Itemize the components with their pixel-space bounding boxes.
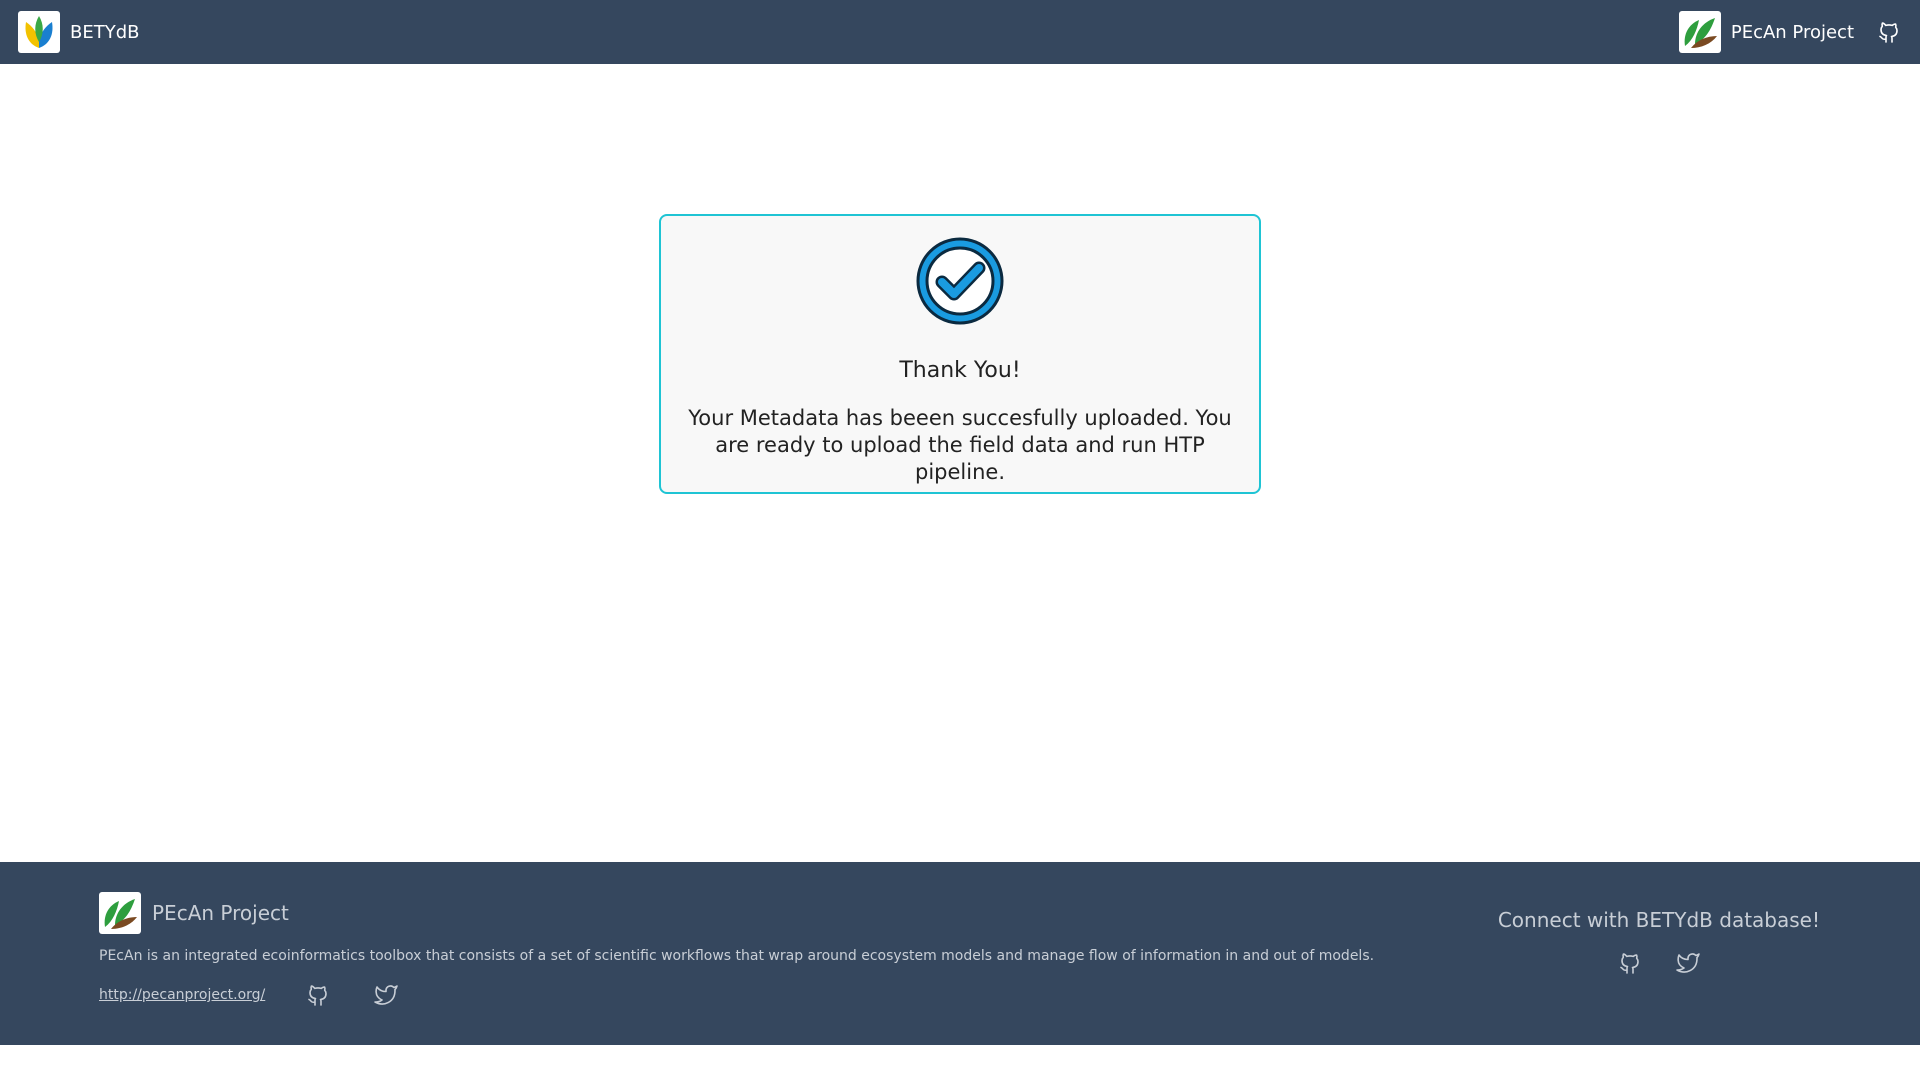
- betydb-leaf-logo-icon[interactable]: [18, 11, 60, 53]
- navbar-right: PEcAn Project: [1678, 0, 1902, 64]
- pecan-website-link[interactable]: http://pecanproject.org/: [99, 987, 265, 1003]
- connect-icons: [1498, 950, 1820, 976]
- navbar-left: BETYdB: [18, 0, 140, 64]
- footer-right: Connect with BETYdB database!: [1498, 908, 1820, 976]
- upload-success-message: Your Metadata has beeen succesfully uplo…: [688, 406, 1232, 484]
- footer-brand-text: PEcAn Project: [152, 901, 289, 925]
- github-icon[interactable]: [305, 982, 331, 1008]
- footer-brand: PEcAn Project: [99, 892, 1374, 934]
- brand-pecan-project[interactable]: PEcAn Project: [1731, 22, 1854, 43]
- footer-description: PEcAn is an integrated ecoinformatics to…: [99, 948, 1375, 964]
- thank-you-title: Thank You!: [899, 358, 1021, 383]
- pecan-leaf-logo-icon[interactable]: [1678, 11, 1721, 53]
- twitter-icon[interactable]: [1675, 950, 1701, 976]
- footer-links: http://pecanproject.org/: [99, 982, 1374, 1008]
- footer: PEcAn Project PEcAn is an integrated eco…: [0, 862, 1920, 1045]
- pecan-leaf-logo-icon: [99, 892, 141, 934]
- brand-betydb[interactable]: BETYdB: [70, 22, 140, 43]
- connect-heading: Connect with BETYdB database!: [1497, 908, 1820, 932]
- top-navbar: BETYdB PEcAn Project: [0, 0, 1920, 64]
- github-icon[interactable]: [1876, 19, 1902, 45]
- success-card: Thank You! Your Metadata has beeen succe…: [659, 214, 1261, 494]
- twitter-icon[interactable]: [373, 982, 399, 1008]
- check-circle-icon: [915, 236, 1005, 326]
- github-icon[interactable]: [1617, 950, 1643, 976]
- footer-left: PEcAn Project PEcAn is an integrated eco…: [99, 892, 1374, 1008]
- main-content: Thank You! Your Metadata has beeen succe…: [0, 64, 1920, 862]
